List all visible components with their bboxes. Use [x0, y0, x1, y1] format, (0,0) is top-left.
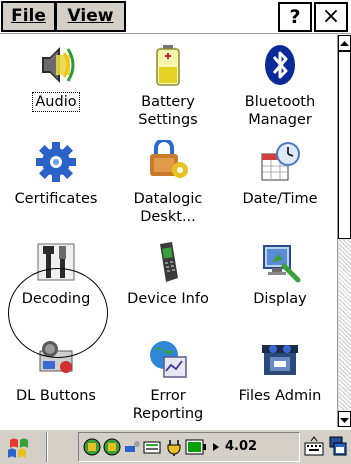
taskbar: 4.02 — [0, 427, 351, 464]
certificate-gear-icon — [36, 142, 76, 182]
file-menu[interactable]: File — [1, 1, 56, 32]
certificates-label: Certificates — [14, 191, 98, 207]
globe-graph-icon — [150, 341, 187, 378]
battery-voltage-text: 4.02 — [225, 439, 258, 454]
input-panel-keyboard-icon[interactable] — [304, 433, 324, 459]
monitor-pointer-icon — [263, 245, 301, 283]
bluetooth-manager-item[interactable]: Bluetooth Manager — [224, 43, 336, 129]
connection-icon[interactable] — [123, 438, 141, 456]
window-switch-icon[interactable] — [328, 433, 348, 459]
dl-buttons-item[interactable]: DL Buttons — [0, 337, 112, 405]
display-label: Display — [253, 291, 307, 307]
date-time-item[interactable]: Date/Time — [224, 140, 336, 208]
help-button[interactable]: ? — [278, 2, 312, 32]
network-globe-2-icon[interactable] — [103, 438, 121, 456]
taskbar-separator — [46, 432, 48, 462]
date-time-label: Date/Time — [242, 191, 318, 207]
keyboard-input-icon[interactable] — [143, 438, 161, 456]
power-plug-icon[interactable] — [165, 438, 183, 456]
battery-settings-label-line1: Battery — [141, 94, 195, 110]
battery-settings-item[interactable]: Battery Settings — [112, 43, 224, 129]
desktop-lock-icon — [150, 140, 188, 178]
control-panel-grid: Audio Battery Settings Bluetooth Manager — [0, 35, 337, 427]
scroll-up-button[interactable] — [338, 35, 351, 51]
error-reporting-label-line1: Error — [150, 388, 186, 404]
files-admin-item[interactable]: Files Admin — [224, 337, 336, 405]
files-admin-label: Files Admin — [238, 388, 322, 404]
view-menu[interactable]: View — [55, 1, 126, 32]
datalogic-desktop-label-line1: Datalogic — [133, 191, 203, 207]
datalogic-desktop-label-line2: Deskt... — [140, 209, 196, 225]
vertical-scrollbar[interactable] — [337, 35, 351, 427]
tools-icon — [37, 243, 75, 281]
arrow-down-icon — [340, 418, 349, 423]
buttons-icon — [39, 341, 73, 373]
handheld-scanner-icon — [160, 242, 178, 282]
system-tray: 4.02 — [78, 432, 300, 462]
battery-level-icon — [185, 439, 206, 455]
files-admin-icon — [262, 345, 298, 375]
start-windows-flag-icon[interactable] — [2, 432, 42, 462]
device-info-label: Device Info — [127, 291, 209, 307]
decoding-label: Decoding — [21, 291, 91, 307]
close-button[interactable]: × — [314, 2, 348, 32]
decoding-item[interactable]: Decoding — [0, 240, 112, 308]
bluetooth-manager-label-line1: Bluetooth — [244, 94, 316, 110]
bluetooth-icon — [265, 45, 295, 85]
scroll-down-button[interactable] — [338, 411, 351, 427]
menu-bar: File View ? × — [0, 0, 351, 34]
battery-settings-label-line2: Settings — [138, 112, 198, 128]
battery-arrow-icon — [213, 443, 219, 451]
error-reporting-item[interactable]: Error Reporting — [112, 337, 224, 423]
audio-item[interactable]: Audio — [0, 43, 112, 112]
arrow-up-icon — [340, 41, 349, 46]
datalogic-desktop-item[interactable]: Datalogic Deskt... — [112, 140, 224, 226]
scroll-track[interactable] — [339, 240, 351, 410]
device-info-item[interactable]: Device Info — [112, 240, 224, 308]
certificates-item[interactable]: Certificates — [0, 140, 112, 208]
audio-label: Audio — [32, 92, 80, 112]
dl-buttons-label: DL Buttons — [16, 388, 96, 404]
clock-calendar-icon — [261, 142, 300, 181]
speaker-icon — [42, 47, 75, 83]
battery-icon — [156, 45, 180, 86]
error-reporting-label-line2: Reporting — [132, 406, 204, 422]
scroll-thumb[interactable] — [338, 51, 351, 239]
network-globe-icon[interactable] — [83, 438, 101, 456]
display-item[interactable]: Display — [224, 240, 336, 308]
bluetooth-manager-label-line2: Manager — [248, 112, 312, 128]
